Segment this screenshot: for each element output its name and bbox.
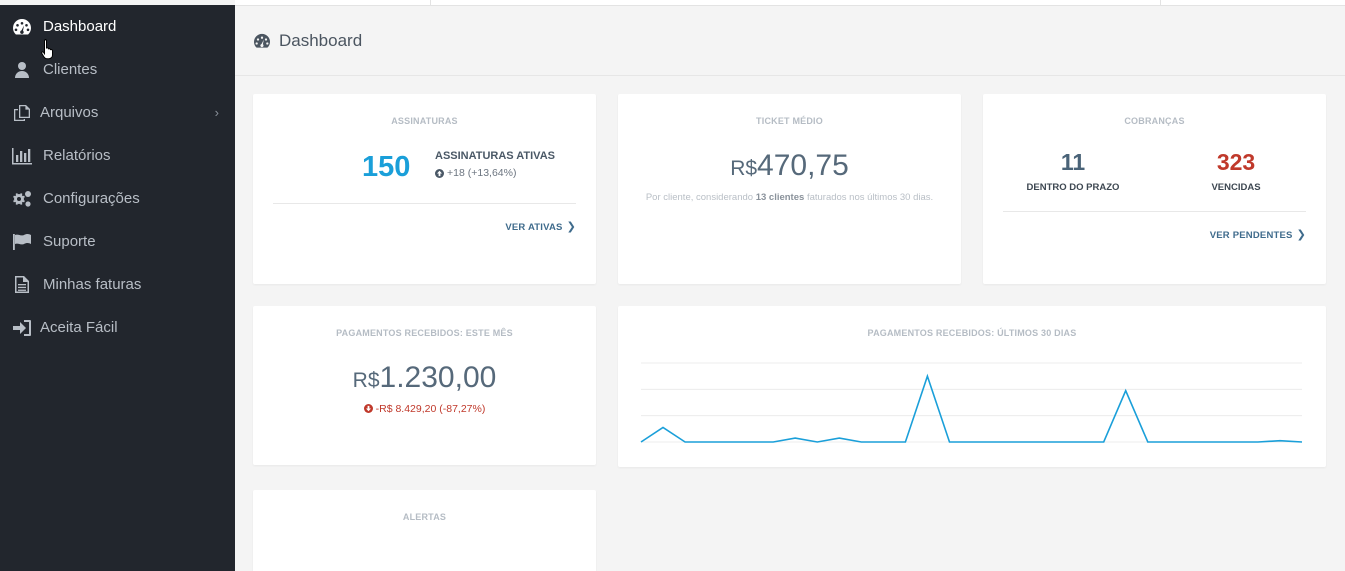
ver-ativas-link[interactable]: VER ATIVAS ❯ bbox=[505, 220, 576, 233]
card-title: TICKET MÉDIO bbox=[756, 116, 823, 126]
card-title: PAGAMENTOS RECEBIDOS: ESTE MÊS bbox=[336, 328, 513, 338]
payments-month-amount: 1.230,00 bbox=[379, 361, 497, 394]
hand-pointer-cursor-icon bbox=[41, 39, 53, 60]
card-divider bbox=[273, 203, 576, 204]
payments-line-chart bbox=[640, 362, 1303, 443]
on-time-count: 11 bbox=[1060, 149, 1086, 175]
chevron-right-icon: › bbox=[214, 105, 219, 120]
card-title: ASSINATURAS bbox=[391, 116, 458, 126]
overdue-label: VENCIDAS bbox=[1211, 182, 1261, 193]
sign-in-icon bbox=[10, 318, 34, 338]
sidebar-item-relatorios[interactable]: Relatórios bbox=[0, 134, 235, 177]
card-divider bbox=[1003, 211, 1306, 212]
ver-ativas-label: VER ATIVAS bbox=[505, 222, 563, 233]
gears-icon bbox=[10, 189, 34, 209]
ticket-medio-note: Por cliente, considerando 13 clientes fa… bbox=[640, 189, 939, 207]
active-subscriptions-count: 150 bbox=[362, 151, 411, 183]
sidebar-item-label: Configurações bbox=[43, 190, 140, 207]
arrow-up-circle-icon bbox=[435, 168, 444, 178]
sidebar-item-minhas-faturas[interactable]: Minhas faturas bbox=[0, 263, 235, 306]
active-subscriptions-label: ASSINATURAS ATIVAS bbox=[435, 150, 555, 162]
card-title: COBRANÇAS bbox=[1124, 116, 1185, 126]
sidebar-item-label: Relatórios bbox=[43, 147, 111, 164]
sidebar-item-suporte[interactable]: Suporte bbox=[0, 220, 235, 263]
ticket-medio-amount: 470,75 bbox=[757, 149, 849, 182]
payments-month-change-text: -R$ 8.429,20 (-87,27%) bbox=[375, 403, 486, 415]
sidebar-item-label: Minhas faturas bbox=[43, 276, 142, 293]
chart-series-line bbox=[640, 373, 1303, 443]
arrow-down-circle-icon bbox=[363, 404, 373, 413]
sidebar-item-label: Clientes bbox=[43, 61, 98, 78]
note-clients-count: 13 clientes bbox=[755, 192, 805, 203]
page-header: Dashboard bbox=[235, 6, 1345, 76]
flag-icon bbox=[10, 232, 34, 252]
card-title: ALERTAS bbox=[402, 512, 447, 522]
alertas-card: ALERTAS bbox=[253, 490, 596, 571]
subscriptions-change: +18 (+13,64%) bbox=[435, 167, 516, 179]
page-title: Dashboard bbox=[279, 30, 363, 50]
sidebar-item-dashboard[interactable]: Dashboard bbox=[0, 5, 235, 48]
document-icon bbox=[10, 275, 34, 295]
note-text: Por cliente, considerando bbox=[645, 192, 754, 203]
sidebar-item-label: Suporte bbox=[43, 233, 96, 250]
cobrancas-card: COBRANÇAS 11 DENTRO DO PRAZO 323 VENCIDA… bbox=[983, 94, 1326, 284]
files-icon bbox=[10, 103, 34, 123]
pagamentos-este-mes-card: PAGAMENTOS RECEBIDOS: ESTE MÊS R$1.230,0… bbox=[253, 306, 596, 465]
ver-pendentes-link[interactable]: VER PENDENTES ❯ bbox=[1210, 228, 1306, 241]
payments-month-value: R$1.230,00 bbox=[253, 361, 596, 395]
on-time-label: DENTRO DO PRAZO bbox=[1026, 182, 1120, 193]
sidebar-item-label: Dashboard bbox=[43, 18, 117, 35]
sidebar: Dashboard Clientes Arquivos › Relatórios… bbox=[0, 5, 235, 571]
overdue-count: 323 bbox=[1216, 149, 1256, 175]
subscriptions-change-text: +18 (+13,64%) bbox=[447, 167, 517, 179]
chevron-right-icon: ❯ bbox=[566, 221, 576, 233]
dashboard-gauge-icon bbox=[253, 32, 273, 50]
chevron-right-icon: ❯ bbox=[1296, 229, 1306, 241]
payments-month-change: -R$ 8.429,20 (-87,27%) bbox=[253, 403, 596, 415]
user-icon bbox=[10, 60, 34, 80]
dashboard-gauge-icon bbox=[10, 17, 34, 37]
currency-symbol: R$ bbox=[730, 157, 758, 180]
assinaturas-card: ASSINATURAS 150 ASSINATURAS ATIVAS +18 (… bbox=[253, 94, 596, 284]
note-text: faturados nos últimos 30 dias. bbox=[806, 192, 934, 203]
ticket-medio-card: TICKET MÉDIO R$470,75 Por cliente, consi… bbox=[618, 94, 961, 284]
currency-symbol: R$ bbox=[352, 369, 380, 392]
sidebar-item-label: Arquivos bbox=[40, 104, 99, 121]
sidebar-item-aceita-facil[interactable]: Aceita Fácil bbox=[0, 306, 235, 349]
sidebar-item-label: Aceita Fácil bbox=[40, 319, 118, 336]
sidebar-item-arquivos[interactable]: Arquivos › bbox=[0, 91, 235, 134]
ver-pendentes-label: VER PENDENTES bbox=[1209, 230, 1293, 241]
bar-chart-icon bbox=[10, 146, 34, 166]
sidebar-item-configuracoes[interactable]: Configurações bbox=[0, 177, 235, 220]
sidebar-item-clientes[interactable]: Clientes bbox=[0, 48, 235, 91]
pagamentos-30-dias-card: PAGAMENTOS RECEBIDOS: ÚLTIMOS 30 DIAS bbox=[618, 306, 1326, 467]
ticket-medio-value: R$470,75 bbox=[618, 149, 961, 183]
